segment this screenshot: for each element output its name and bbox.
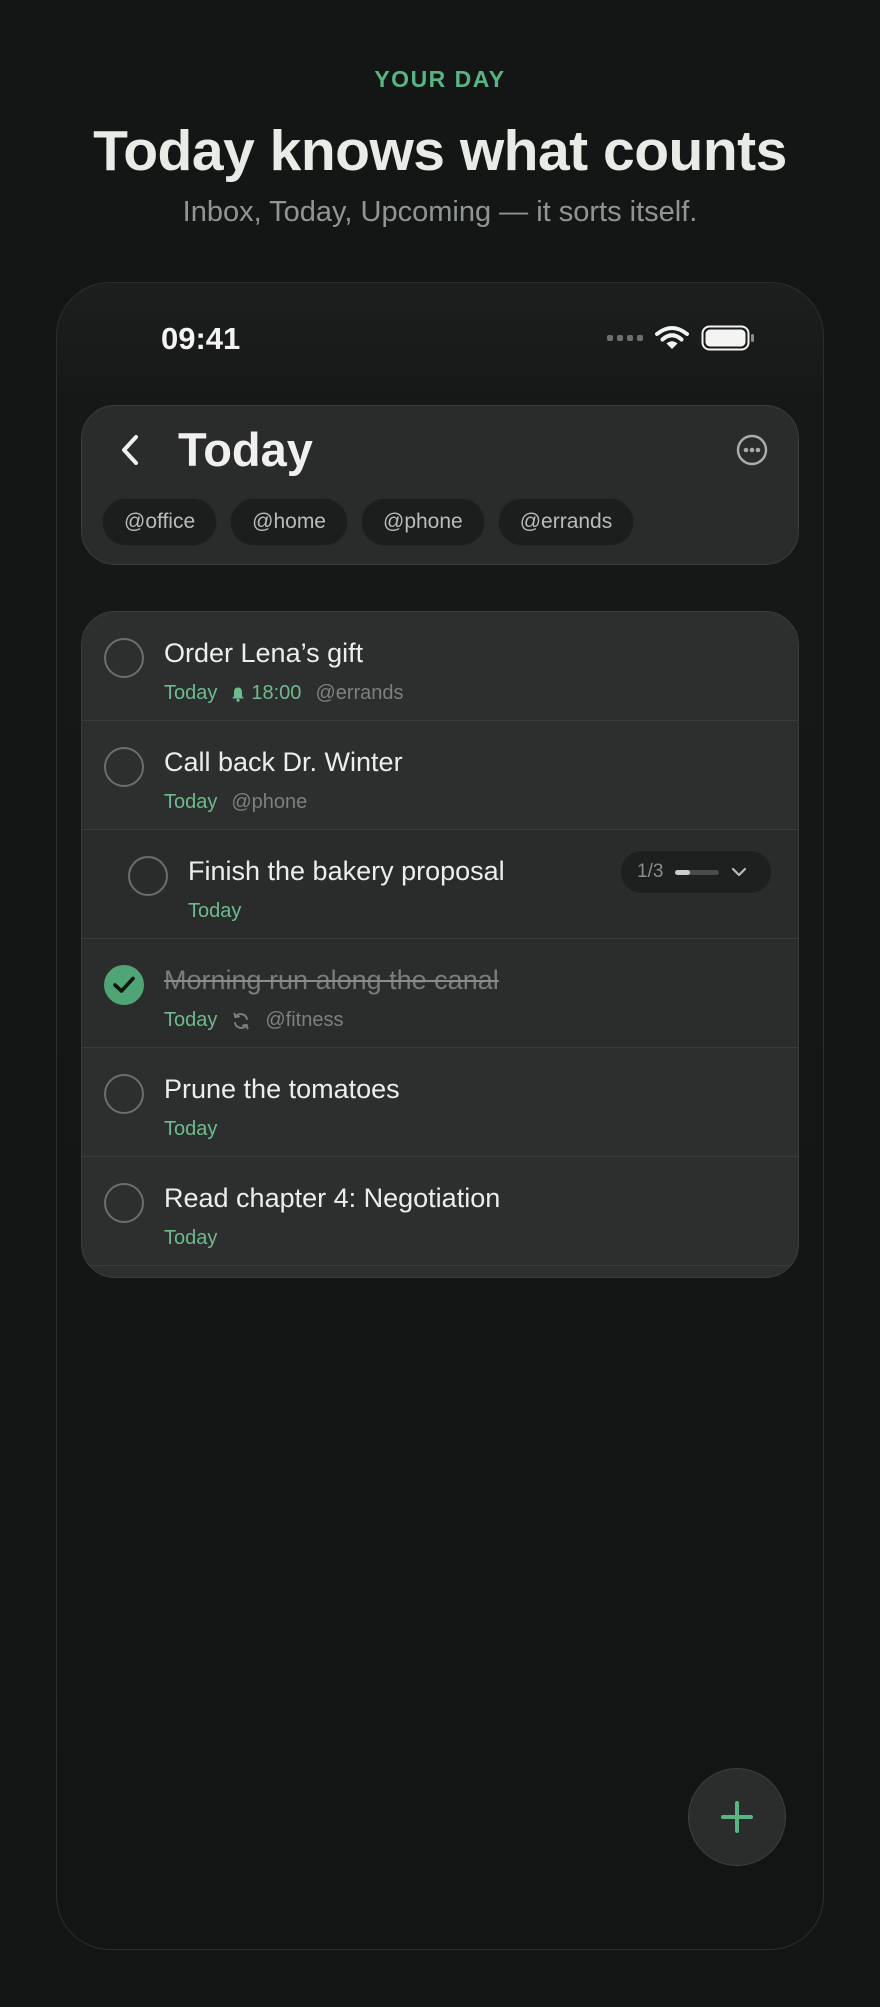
repeat-icon bbox=[233, 1012, 249, 1029]
subtask-progress-bar bbox=[675, 869, 720, 875]
eyebrow: YOUR DAY bbox=[374, 66, 506, 92]
task-when: Today bbox=[188, 900, 242, 922]
task-meta: Today bbox=[188, 900, 241, 923]
wifi-icon bbox=[655, 326, 689, 349]
plus-icon bbox=[721, 1801, 753, 1833]
task-row[interactable]: Finish the bakery proposal Today 1/3 bbox=[82, 830, 798, 939]
task-title: Order Lena’s gift bbox=[164, 638, 364, 668]
back-chevron-icon bbox=[122, 435, 138, 465]
subtask-progress-count: 1/3 bbox=[637, 861, 664, 882]
signal-icon bbox=[607, 335, 643, 341]
status-time: 09:41 bbox=[161, 321, 241, 356]
task-when: Today bbox=[164, 1118, 218, 1140]
task-when: Today bbox=[164, 791, 218, 813]
task-row[interactable]: Call back Dr. Winter Today @phone bbox=[82, 721, 798, 830]
task-context: @errands bbox=[315, 682, 404, 704]
task-reminder: 18:00 bbox=[231, 682, 301, 705]
task-meta: Today bbox=[164, 1227, 217, 1250]
bell-icon bbox=[232, 687, 245, 702]
task-checkbox-checked[interactable] bbox=[104, 965, 144, 1005]
task-row[interactable]: Order Lena’s gift Today 18:00 @errands bbox=[82, 612, 798, 721]
task-when: Today bbox=[164, 1227, 218, 1249]
task-title: Call back Dr. Winter bbox=[164, 747, 403, 777]
task-checkbox[interactable] bbox=[104, 1183, 144, 1223]
header-card: Today @office @home @phone @errands bbox=[81, 405, 799, 565]
task-title: Finish the bakery proposal bbox=[188, 856, 505, 886]
chip-phone[interactable]: @phone bbox=[361, 498, 485, 546]
subtask-progress-fill bbox=[675, 869, 690, 875]
task-row[interactable]: Morning run along the canal Today @fitne… bbox=[82, 939, 798, 1048]
task-reminder-time: 18:00 bbox=[251, 682, 302, 704]
task-checkbox[interactable] bbox=[104, 638, 144, 678]
task-checkbox[interactable] bbox=[104, 1074, 144, 1114]
screen-title: Today bbox=[178, 423, 313, 476]
task-meta: Today @phone bbox=[164, 791, 307, 814]
subtask-progress-toggle[interactable]: 1/3 bbox=[620, 850, 772, 894]
task-meta: Today bbox=[164, 1118, 217, 1141]
headline: Today knows what counts bbox=[93, 119, 787, 183]
task-meta: Today @fitness bbox=[164, 1009, 343, 1032]
task-title: Prune the tomatoes bbox=[164, 1074, 400, 1104]
task-row[interactable]: Read chapter 4: Negotiation Today bbox=[82, 1157, 798, 1266]
task-title: Read chapter 4: Negotiation bbox=[164, 1183, 501, 1213]
status-icons bbox=[607, 323, 755, 353]
battery-icon bbox=[701, 325, 754, 351]
task-list: Order Lena’s gift Today 18:00 @errands C… bbox=[81, 611, 799, 1278]
more-icon[interactable] bbox=[734, 432, 770, 468]
task-row[interactable]: Prune the tomatoes Today bbox=[82, 1048, 798, 1157]
task-checkbox[interactable] bbox=[104, 747, 144, 787]
task-when: Today bbox=[164, 682, 218, 704]
task-meta: Today 18:00 @errands bbox=[164, 682, 404, 705]
chip-errands[interactable]: @errands bbox=[497, 498, 635, 546]
checkmark-icon bbox=[113, 976, 135, 993]
task-context: @fitness bbox=[265, 1009, 344, 1031]
chevron-down-icon bbox=[732, 867, 747, 877]
back-button[interactable] bbox=[108, 428, 152, 472]
phone-frame: 09:41 Today @office @home @phone @errand… bbox=[56, 282, 824, 1950]
task-title: Morning run along the canal bbox=[164, 965, 499, 995]
add-task-button[interactable] bbox=[688, 1768, 786, 1866]
chip-office[interactable]: @office bbox=[102, 498, 218, 546]
task-context: @phone bbox=[231, 791, 308, 813]
context-chips: @office @home @phone @errands bbox=[102, 498, 635, 546]
chip-home[interactable]: @home bbox=[230, 498, 348, 546]
subhead: Inbox, Today, Upcoming — it sorts itself… bbox=[182, 196, 698, 228]
task-when: Today bbox=[164, 1009, 218, 1031]
task-checkbox[interactable] bbox=[128, 856, 168, 896]
